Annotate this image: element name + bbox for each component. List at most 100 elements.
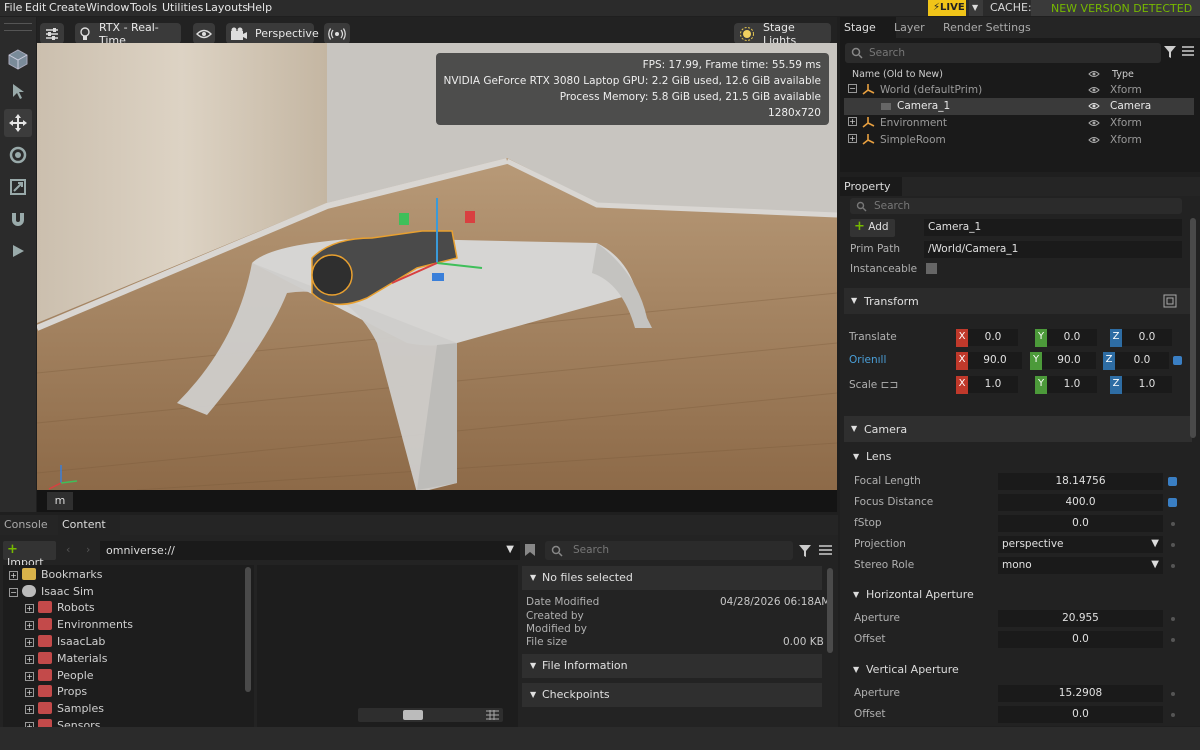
menu-icon[interactable] xyxy=(1182,46,1194,56)
expand-icon[interactable]: + xyxy=(9,571,18,580)
h-offset-field[interactable]: 0.0 xyxy=(998,631,1163,648)
focal-length-keyframe-icon[interactable] xyxy=(1168,477,1177,486)
instanceable-checkbox[interactable] xyxy=(926,263,937,274)
tree-scrollbar[interactable] xyxy=(245,567,251,692)
tree-item-bookmarks[interactable]: + Bookmarks xyxy=(9,568,102,581)
collapse-icon[interactable]: − xyxy=(9,588,18,597)
camera-dropdown[interactable]: Perspective xyxy=(226,23,319,44)
menu-file[interactable]: File xyxy=(4,1,22,14)
move-tool-button[interactable] xyxy=(4,109,32,137)
broadcast-button[interactable] xyxy=(324,23,350,44)
collapse-icon[interactable]: − xyxy=(848,84,857,93)
viewport-units-label[interactable]: m xyxy=(47,492,73,510)
expand-icon[interactable]: + xyxy=(25,655,34,664)
property-search-input[interactable]: Search xyxy=(850,198,1182,214)
slider-handle[interactable] xyxy=(403,710,423,720)
expand-icon[interactable]: + xyxy=(25,638,34,647)
tab-property[interactable]: Property xyxy=(840,177,902,196)
tab-stage[interactable]: Stage xyxy=(840,17,896,38)
translate-y-field[interactable]: 0.0 xyxy=(1047,329,1097,346)
scale-y-field[interactable]: 1.0 xyxy=(1047,376,1097,393)
tree-item-props[interactable]: + Props xyxy=(25,685,87,698)
menu-edit[interactable]: Edit xyxy=(25,1,46,14)
focus-distance-keyframe-icon[interactable] xyxy=(1168,498,1177,507)
focal-length-field[interactable]: 18.14756 xyxy=(998,473,1163,490)
viewport-settings-button[interactable] xyxy=(40,23,64,44)
eye-icon[interactable] xyxy=(1088,119,1100,127)
h-aperture-field[interactable]: 20.955 xyxy=(998,610,1163,627)
translate-x-field[interactable]: 0.0 xyxy=(968,329,1018,346)
checkpoints-header[interactable]: ▼ Checkpoints xyxy=(522,683,822,707)
menu-layouts[interactable]: Layouts xyxy=(205,1,248,14)
stage-lights-dropdown[interactable]: Stage Lights xyxy=(734,21,831,47)
pointer-tool-button[interactable] xyxy=(4,77,32,105)
orient-label[interactable]: Orienıll xyxy=(849,354,886,366)
expand-icon[interactable]: + xyxy=(25,688,34,697)
import-button[interactable]: + Import xyxy=(3,541,56,569)
expand-icon[interactable]: + xyxy=(25,672,34,681)
stage-row-world[interactable]: − World (defaultPrim) Xform xyxy=(844,82,1194,99)
menu-tools[interactable]: Tools xyxy=(130,1,157,14)
tree-item-samples[interactable]: + Samples xyxy=(25,702,104,715)
v-aperture-keyframe-dot[interactable] xyxy=(1171,692,1175,696)
transform-section-header[interactable]: ▼ Transform xyxy=(844,288,1192,314)
file-information-header[interactable]: ▼ File Information xyxy=(522,654,822,678)
v-offset-keyframe-dot[interactable] xyxy=(1171,713,1175,717)
lens-subsection-header[interactable]: ▼ Lens xyxy=(850,446,1192,468)
expand-icon[interactable]: + xyxy=(25,604,34,613)
menu-icon[interactable] xyxy=(819,545,832,555)
h-offset-keyframe-dot[interactable] xyxy=(1171,638,1175,642)
tree-item-robots[interactable]: + Robots xyxy=(25,601,95,614)
camera-section-header[interactable]: ▼ Camera xyxy=(844,416,1192,442)
filter-icon[interactable] xyxy=(798,544,812,558)
details-scrollbar[interactable] xyxy=(827,568,833,653)
stage-search-input[interactable]: Search xyxy=(845,43,1161,63)
h-aperture-keyframe-dot[interactable] xyxy=(1171,617,1175,621)
live-button[interactable]: ⚡LIVE xyxy=(928,0,966,16)
add-button[interactable]: + Add xyxy=(850,219,895,237)
tree-item-isaac-sim[interactable]: − Isaac Sim xyxy=(9,585,94,598)
expand-icon[interactable]: + xyxy=(25,621,34,630)
tab-render-settings[interactable]: Render Settings xyxy=(939,17,1039,38)
fstop-field[interactable]: 0.0 xyxy=(998,515,1163,532)
expand-icon[interactable]: + xyxy=(848,117,857,126)
v-aperture-field[interactable]: 15.2908 xyxy=(998,685,1163,702)
new-version-notice[interactable]: NEW VERSION DETECTED xyxy=(1031,0,1200,16)
stereo-keyframe-dot[interactable] xyxy=(1171,564,1175,568)
live-dropdown[interactable]: ▼ xyxy=(969,0,983,16)
thumbnail-size-slider[interactable] xyxy=(358,708,503,722)
stage-row-simpleroom[interactable]: + SimpleRoom Xform xyxy=(844,132,1194,149)
content-search-input[interactable]: Search xyxy=(545,541,793,560)
v-offset-field[interactable]: 0.0 xyxy=(998,706,1163,723)
expand-icon[interactable]: + xyxy=(25,705,34,714)
vertical-aperture-header[interactable]: ▼ Vertical Aperture xyxy=(850,659,1192,681)
renderer-dropdown[interactable]: RTX - Real-Time xyxy=(75,21,181,47)
play-button[interactable] xyxy=(4,237,32,265)
file-grid[interactable] xyxy=(257,565,518,727)
expand-icon[interactable]: + xyxy=(848,134,857,143)
link-icon[interactable]: ⊏⊐ xyxy=(881,379,899,391)
fstop-keyframe-dot[interactable] xyxy=(1171,522,1175,526)
bookmark-icon[interactable] xyxy=(524,543,536,557)
orient-y-field[interactable]: 90.0 xyxy=(1042,352,1096,369)
tab-layer[interactable]: Layer xyxy=(890,17,933,38)
column-type-header[interactable]: Type xyxy=(1112,69,1134,80)
tab-content[interactable]: Content xyxy=(58,515,120,536)
projection-dropdown[interactable]: perspective ▼ xyxy=(998,536,1163,553)
tab-console[interactable]: Console xyxy=(0,515,56,536)
tree-item-isaaclab[interactable]: + IsaacLab xyxy=(25,635,105,648)
rotate-tool-button[interactable] xyxy=(4,141,32,169)
focus-distance-field[interactable]: 400.0 xyxy=(998,494,1163,511)
orient-x-field[interactable]: 90.0 xyxy=(968,352,1022,369)
back-arrow-icon[interactable]: ‹ xyxy=(66,543,70,556)
horizontal-aperture-header[interactable]: ▼ Horizontal Aperture xyxy=(850,584,1192,606)
scale-z-field[interactable]: 1.0 xyxy=(1122,376,1172,393)
property-scrollbar[interactable] xyxy=(1190,218,1196,438)
orient-z-field[interactable]: 0.0 xyxy=(1115,352,1169,369)
visibility-toggle[interactable] xyxy=(193,23,215,44)
projection-keyframe-dot[interactable] xyxy=(1171,543,1175,547)
column-name-header[interactable]: Name (Old to New) xyxy=(852,69,943,80)
snap-tool-button[interactable] xyxy=(4,205,32,233)
translate-z-field[interactable]: 0.0 xyxy=(1122,329,1172,346)
eye-icon[interactable] xyxy=(1088,136,1100,144)
